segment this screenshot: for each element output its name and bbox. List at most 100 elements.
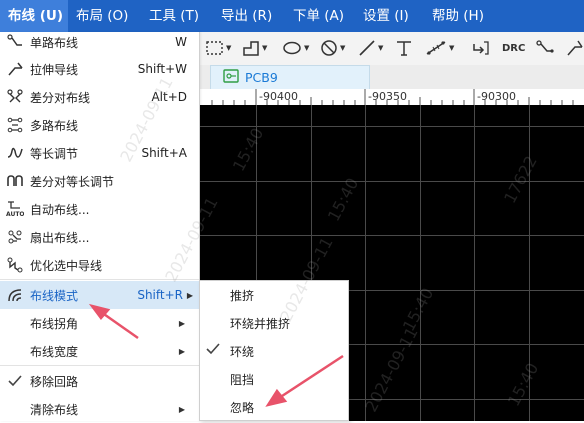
route-tool[interactable]: [536, 38, 554, 58]
line-tool[interactable]: ▼: [358, 38, 383, 58]
menu-item-label: 扇出布线...: [30, 230, 90, 245]
dropdown-caret-icon: ▼: [340, 44, 346, 52]
blank-icon: [6, 314, 24, 332]
text-icon: [395, 39, 413, 57]
text-tool[interactable]: [395, 38, 413, 58]
dimension-icon: [425, 39, 447, 57]
menu-settings[interactable]: 设置 (I): [355, 0, 424, 32]
pcb-icon: [223, 69, 239, 86]
import-changes-tool[interactable]: [472, 38, 490, 58]
prohibit-icon: [320, 39, 338, 57]
select-box-icon: [206, 40, 224, 56]
submenu-item-label: 环绕并推挤: [230, 316, 291, 331]
multi-route-icon: [6, 116, 24, 134]
menu-item-label: 等长调节: [30, 146, 79, 161]
polyline-icon: [242, 39, 260, 57]
shortcut-label: Shift+W: [137, 62, 187, 76]
tab-label: PCB9: [245, 70, 278, 85]
menu-item-label: 单路布线: [30, 35, 79, 50]
menu-item-label: 布线拐角: [30, 316, 79, 331]
submenu-item-label: 阻挡: [230, 372, 255, 387]
auto-route-icon: AUTO: [6, 200, 24, 218]
dropdown-caret-icon: ▼: [449, 44, 455, 52]
menu-export[interactable]: 导出 (R): [213, 0, 285, 32]
route-menu: 单路布线 W 拉伸导线 Shift+W 差分对布线 Alt+D 多路布线 等长调…: [0, 32, 200, 421]
menu-item-route-corner[interactable]: 布线拐角 ▶: [0, 309, 199, 337]
submenu-item-walkaround-push[interactable]: 环绕并推挤: [200, 309, 348, 337]
menu-item-route-mode[interactable]: 布线模式 Shift+R ▶: [0, 281, 199, 309]
polyline-tool[interactable]: ▼: [242, 38, 267, 58]
menu-order[interactable]: 下单 (A): [285, 0, 355, 32]
blank-icon: [6, 400, 24, 418]
submenu-item-block[interactable]: 阻挡: [200, 365, 348, 393]
diff-pair-icon: [6, 88, 24, 106]
single-route-icon: [6, 33, 24, 51]
stretch-trace-icon: [6, 60, 24, 78]
line-icon: [358, 39, 376, 57]
check-icon: [6, 372, 24, 390]
check-icon: [206, 343, 226, 359]
menu-item-multi-route[interactable]: 多路布线: [0, 111, 199, 139]
menu-item-label: 布线模式: [30, 288, 79, 303]
no-connect-tool[interactable]: ▼: [320, 38, 345, 58]
menu-item-fanout[interactable]: 扇出布线...: [0, 223, 199, 251]
dropdown-caret-icon: ▼: [378, 44, 384, 52]
menu-item-optimize-trace[interactable]: 优化选中导线: [0, 251, 199, 279]
menu-item-clear-route[interactable]: 清除布线 ▶: [0, 395, 199, 423]
dropdown-caret-icon: ▼: [304, 44, 310, 52]
drc-button[interactable]: DRC: [502, 38, 525, 58]
blank-icon: [6, 342, 24, 360]
ellipse-tool[interactable]: ▼: [282, 38, 309, 58]
optimize-trace-icon: [6, 256, 24, 274]
ruler-label: -90300: [477, 90, 516, 103]
shortcut-label: Shift+A: [141, 146, 187, 160]
stretch-icon: [566, 39, 584, 57]
menu-item-route-width[interactable]: 布线宽度 ▶: [0, 337, 199, 365]
menu-item-diff-length-tune[interactable]: 差分对等长调节: [0, 167, 199, 195]
submenu-item-walkaround[interactable]: 环绕: [200, 337, 348, 365]
submenu-item-label: 忽略: [230, 400, 255, 415]
menu-item-diff-pair[interactable]: 差分对布线 Alt+D: [0, 83, 199, 111]
menu-separator: [0, 279, 199, 280]
dropdown-caret-icon: ▼: [226, 44, 232, 52]
dropdown-caret-icon: ▼: [262, 44, 268, 52]
route-mode-icon: [6, 286, 24, 304]
select-box-tool[interactable]: ▼: [206, 38, 231, 58]
shortcut-label: W: [175, 35, 187, 49]
menu-item-single-route[interactable]: 单路布线 W: [0, 28, 199, 56]
menu-item-label: 拉伸导线: [30, 62, 79, 77]
dimension-tool[interactable]: ▼: [425, 38, 454, 58]
shortcut-label: Alt+D: [151, 90, 187, 104]
menu-item-label: 差分对等长调节: [30, 174, 115, 189]
import-icon: [472, 39, 490, 57]
submenu-item-label: 环绕: [230, 344, 255, 359]
tab-pcb9[interactable]: PCB9: [210, 65, 370, 89]
menu-item-stretch-trace[interactable]: 拉伸导线 Shift+W: [0, 55, 199, 83]
submenu-item-push[interactable]: 推挤: [200, 281, 348, 309]
route-trace-icon: [536, 39, 554, 57]
menu-item-length-tune[interactable]: 等长调节 Shift+A: [0, 139, 199, 167]
toolbar: ▼ ▼ ▼ ▼ ▼ ▼ DRC: [200, 32, 584, 66]
horizontal-ruler: -90400 -90350 -90300: [200, 89, 584, 106]
stretch-tool[interactable]: [566, 38, 584, 58]
submenu-arrow-icon: ▶: [178, 318, 185, 328]
menu-separator: [0, 365, 199, 366]
menu-item-label: 差分对布线: [30, 90, 91, 105]
submenu-item-ignore[interactable]: 忽略: [200, 393, 348, 421]
menu-help[interactable]: 帮助 (H): [424, 0, 504, 32]
menu-item-remove-loop[interactable]: 移除回路: [0, 367, 199, 395]
submenu-arrow-icon: ▶: [186, 290, 193, 300]
svg-text:AUTO: AUTO: [6, 211, 24, 218]
submenu-arrow-icon: ▶: [178, 404, 185, 414]
menu-item-label: 布线宽度: [30, 344, 79, 359]
ellipse-icon: [282, 41, 302, 55]
menu-item-auto-route[interactable]: AUTO 自动布线...: [0, 195, 199, 223]
diff-length-tune-icon: [6, 172, 24, 190]
menu-item-label: 移除回路: [30, 374, 79, 389]
menu-item-label: 清除布线: [30, 402, 79, 417]
length-tune-icon: [6, 144, 24, 162]
submenu-arrow-icon: ▶: [178, 346, 185, 356]
route-mode-submenu: 推挤 环绕并推挤 环绕 阻挡 忽略: [199, 280, 349, 421]
ruler-label: -90350: [368, 90, 407, 103]
menu-item-label: 自动布线...: [30, 202, 90, 217]
